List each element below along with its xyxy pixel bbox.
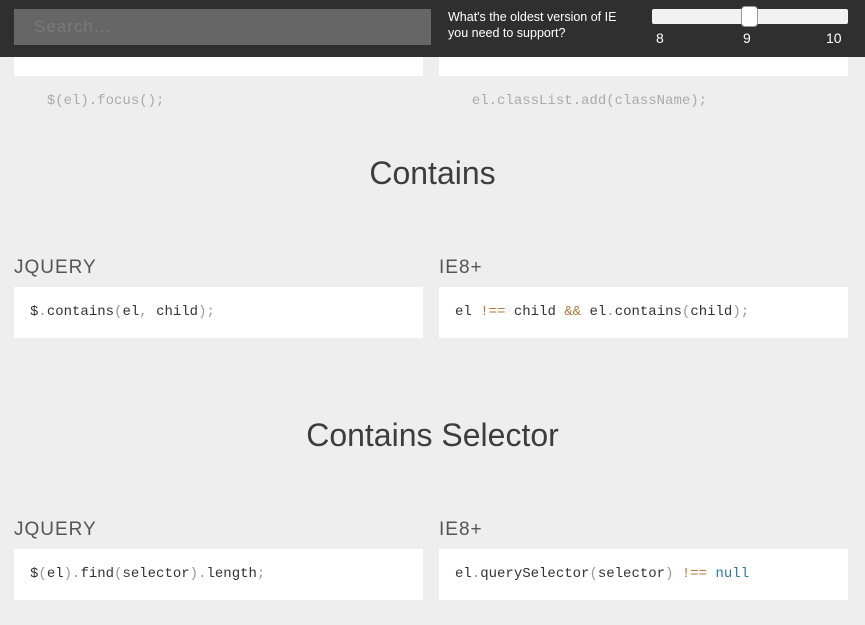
code-token: ( xyxy=(589,566,598,582)
top-bar: What's the oldest version of IE you need… xyxy=(0,0,865,57)
code-token: . xyxy=(471,566,481,582)
code-token: contains xyxy=(46,304,115,320)
code-token: !== xyxy=(681,566,708,582)
code-token: el xyxy=(46,566,64,582)
code-token: find xyxy=(80,566,115,582)
code-token: querySelector xyxy=(480,566,590,582)
ie-version-slider-handle[interactable] xyxy=(741,6,758,27)
code-token: ); xyxy=(198,304,215,320)
code-token: ( xyxy=(38,566,47,582)
code-card-contains-jquery: $.contains(el, child); xyxy=(14,287,423,338)
code-card-contains-selector-ie8: el.querySelector(selector) !== null xyxy=(439,549,848,600)
code-token: selector xyxy=(122,566,190,582)
code-token: ; xyxy=(256,566,266,582)
slider-tick-8[interactable]: 8 xyxy=(656,30,664,46)
code-token: el xyxy=(122,304,140,320)
code-token: ); xyxy=(732,304,750,320)
code-token: child xyxy=(690,304,733,320)
code-text: $(el).focus(); xyxy=(46,93,165,109)
code-token: !== xyxy=(480,304,506,320)
code-token: . xyxy=(606,304,615,320)
code-token: child xyxy=(156,304,199,320)
code-token: el xyxy=(455,304,481,320)
section-title-contains-selector: Contains Selector xyxy=(306,417,559,453)
search-input[interactable] xyxy=(14,9,431,45)
label-ie8: IE8+ xyxy=(439,519,483,540)
code-card-contains-selector-jquery: $(el).find(selector).length; xyxy=(14,549,423,600)
ie-version-question: What's the oldest version of IE you need… xyxy=(448,10,617,40)
code-token: selector xyxy=(597,566,666,582)
code-token: contains xyxy=(614,304,682,320)
code-token: length xyxy=(206,566,257,582)
slider-tick-10[interactable]: 10 xyxy=(826,30,842,46)
label-ie8: IE8+ xyxy=(439,257,483,278)
code-token: el xyxy=(455,566,472,582)
code-token: ) xyxy=(665,566,682,582)
section-title-contains: Contains xyxy=(369,155,496,191)
code-token: . xyxy=(38,304,47,320)
code-token: && xyxy=(564,304,582,320)
code-text: el.classList.add(className); xyxy=(471,93,708,109)
code-token: child xyxy=(505,304,565,320)
code-token: ). xyxy=(63,566,81,582)
code-token: ). xyxy=(189,566,207,582)
code-token: , xyxy=(139,304,157,320)
code-token: null xyxy=(715,566,750,582)
label-jquery: JQUERY xyxy=(14,519,97,540)
code-token: el xyxy=(581,304,607,320)
slider-tick-9[interactable]: 9 xyxy=(743,30,751,46)
code-card-contains-ie8: el !== child && el.contains(child); xyxy=(439,287,848,338)
label-jquery: JQUERY xyxy=(14,257,97,278)
